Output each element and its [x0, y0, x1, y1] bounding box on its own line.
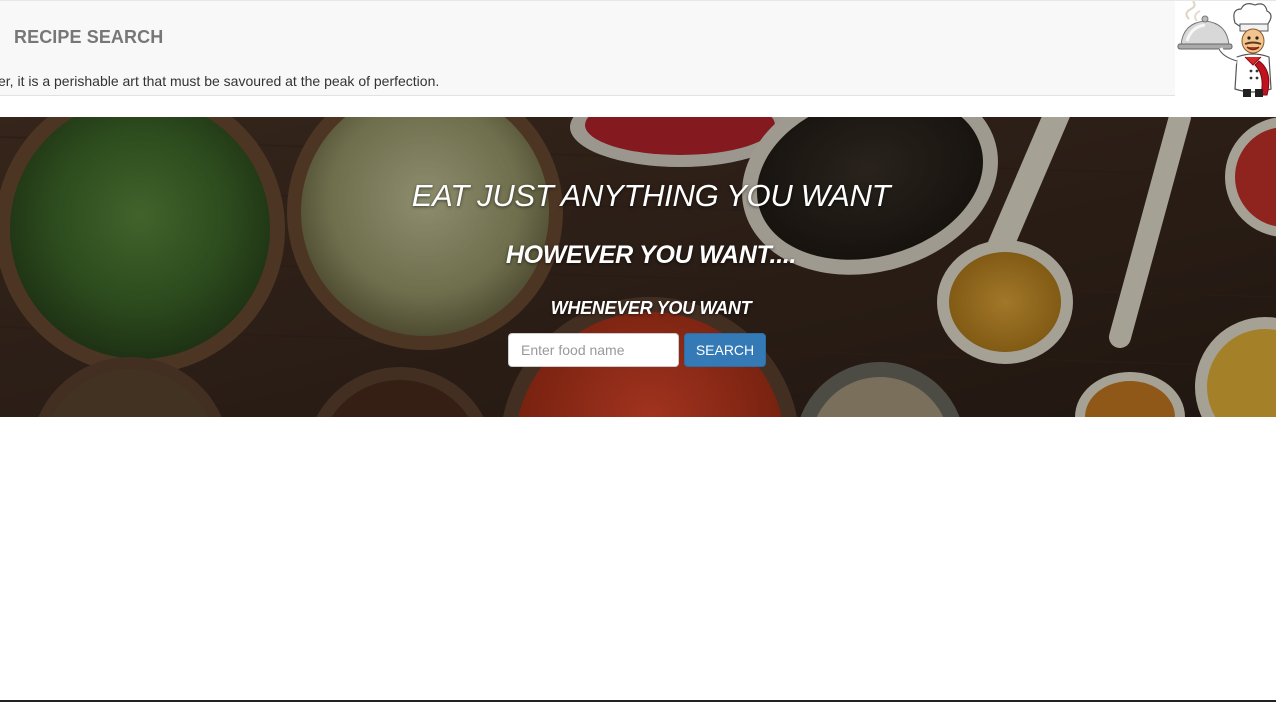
food-search-input[interactable] [508, 333, 679, 367]
hero-banner: EAT JUST ANYTHING YOU WANT HOWEVER YOU W… [0, 117, 1276, 417]
quote-marquee: er, it is a perishable art that must be … [0, 73, 1175, 93]
brand-link[interactable]: RECIPE SEARCH [14, 27, 163, 48]
navbar: RECIPE SEARCH er, it is a perishable art… [0, 0, 1276, 98]
hero-subheadline: HOWEVER YOU WANT.... [505, 241, 797, 269]
page: RECIPE SEARCH er, it is a perishable art… [0, 0, 1276, 702]
hero-tagline: WHENEVER YOU WANT [550, 298, 752, 318]
chef-logo-icon [1175, 0, 1276, 98]
search-button[interactable]: SEARCH [684, 333, 766, 367]
quote-text: er, it is a perishable art that must be … [0, 73, 440, 89]
hero-headline: EAT JUST ANYTHING YOU WANT [411, 178, 891, 213]
